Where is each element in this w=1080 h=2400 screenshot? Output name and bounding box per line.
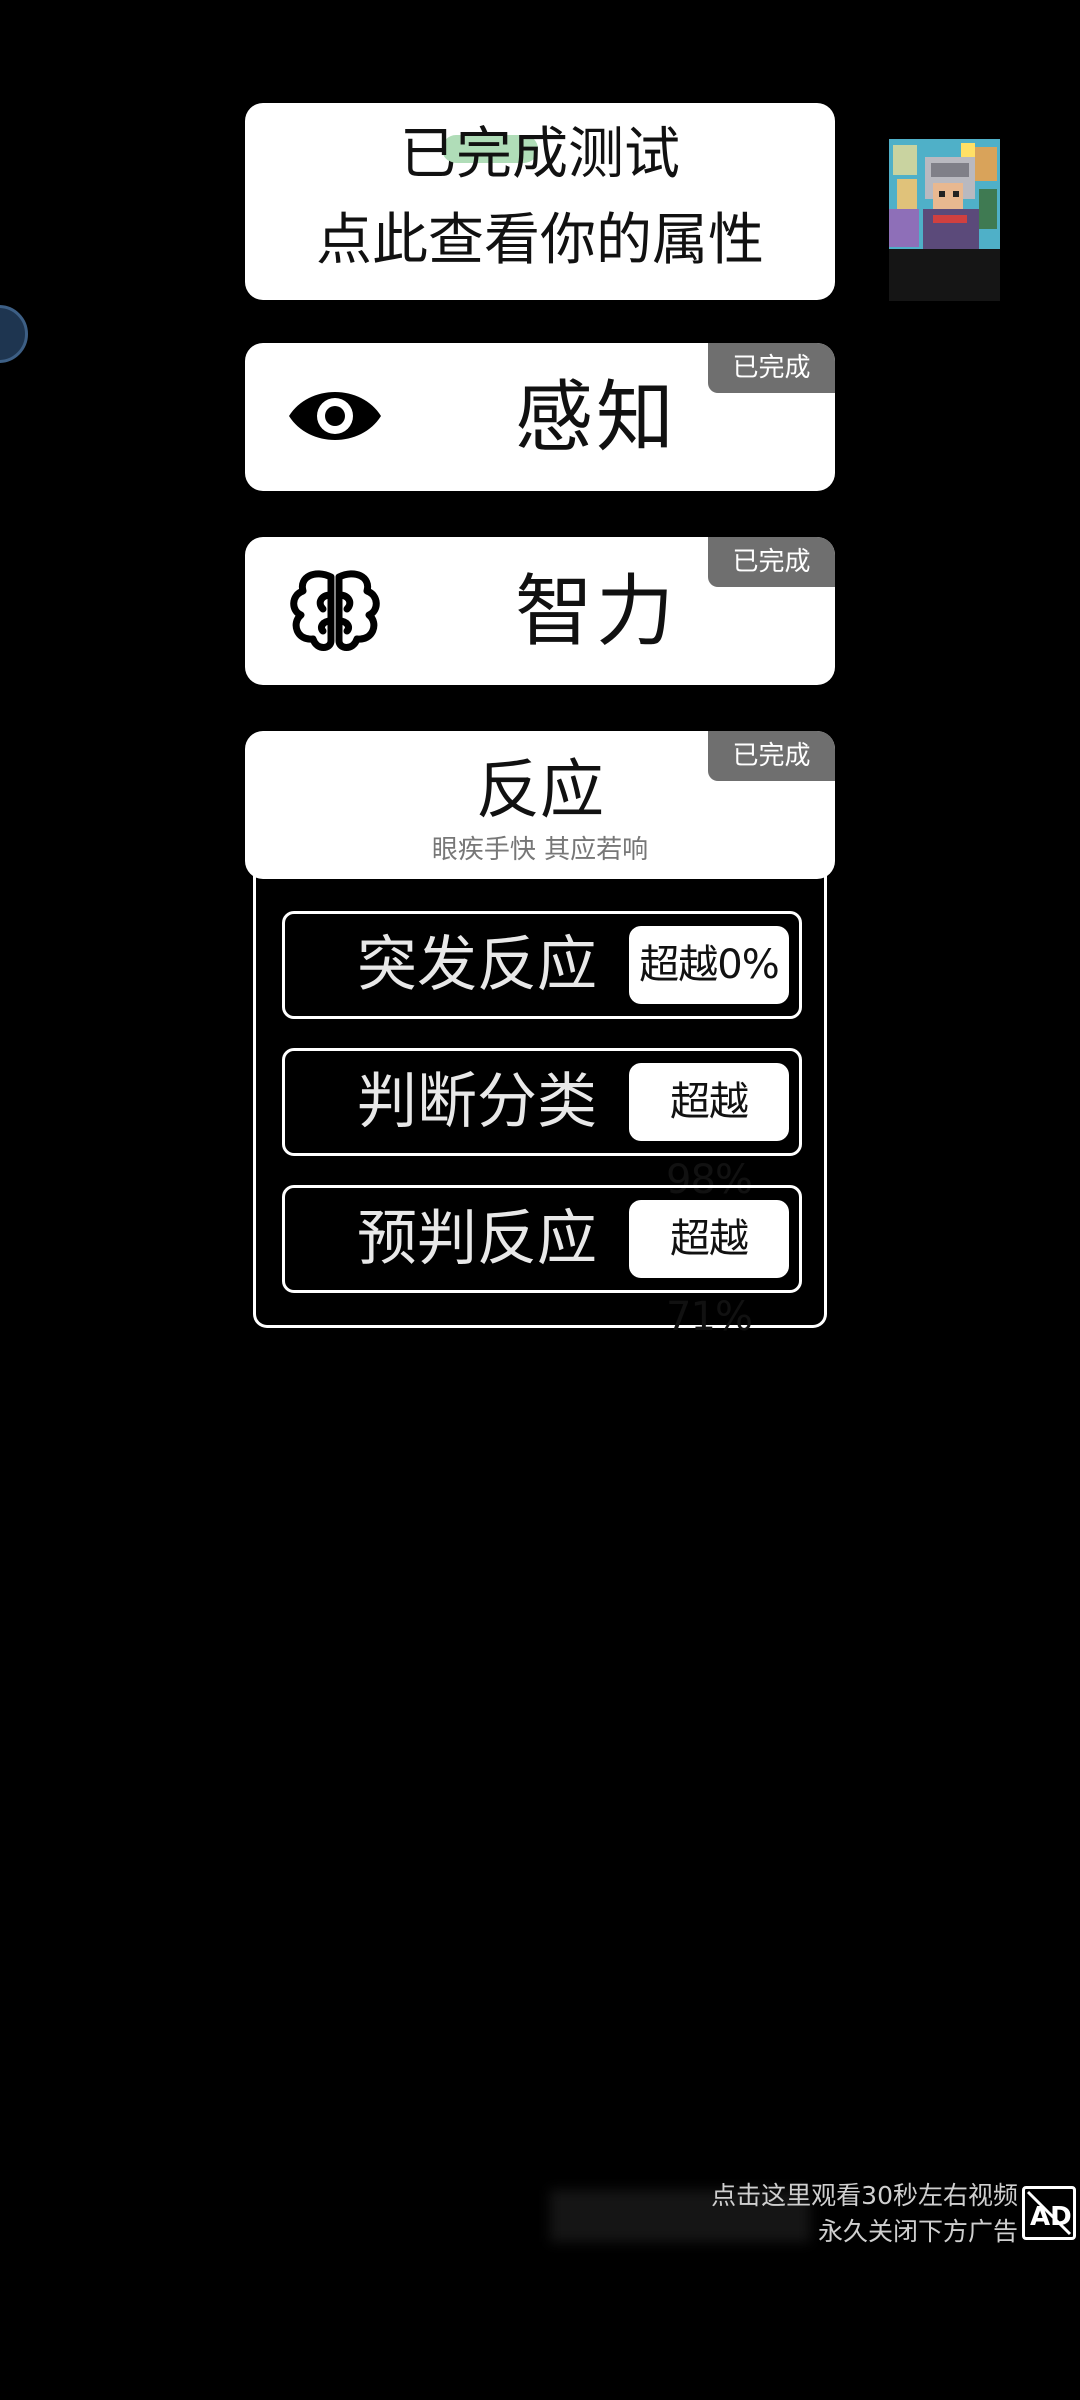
reaction-test-sudden[interactable]: 突发反应 超越0% xyxy=(282,911,802,1019)
no-ad-icon[interactable]: AD xyxy=(1022,2186,1076,2240)
attribute-card-reaction[interactable]: 已完成 反应 眼疾手快 其应若响 xyxy=(245,731,835,879)
reaction-test-classification[interactable]: 判断分类 超越98% xyxy=(282,1048,802,1203)
brain-icon xyxy=(285,565,385,655)
floating-assistive-button[interactable] xyxy=(0,305,28,363)
reaction-test-anticipation[interactable]: 预判反应 超越71% xyxy=(282,1185,802,1340)
test-label: 预判反应 xyxy=(357,1204,597,1274)
summary-title: 已完成测试 xyxy=(400,122,680,187)
attribute-card-intelligence[interactable]: 已完成 智力 xyxy=(245,537,835,685)
completed-badge: 已完成 xyxy=(708,343,835,393)
ad-notice-line1: 点击这里观看30秒左右视频 xyxy=(711,2181,1018,2210)
test-score-badge: 超越0% xyxy=(629,926,789,1004)
completed-badge: 已完成 xyxy=(708,537,835,587)
attribute-title: 反应 xyxy=(476,754,604,828)
test-score-badge: 超越98% xyxy=(629,1063,789,1203)
attribute-card-perception[interactable]: 已完成 感知 xyxy=(245,343,835,491)
test-label: 突发反应 xyxy=(357,930,597,1000)
ad-notice-line2: 永久关闭下方广告 xyxy=(817,2217,1018,2246)
view-attributes-card[interactable]: 已完成测试 点此查看你的属性 xyxy=(245,103,835,300)
summary-subtitle: 点此查看你的属性 xyxy=(316,208,764,273)
attribute-title: 感知 xyxy=(515,373,678,463)
attribute-title: 智力 xyxy=(515,567,678,657)
eye-icon xyxy=(285,371,385,461)
avatar[interactable] xyxy=(889,139,1000,301)
test-score-badge: 超越71% xyxy=(629,1200,789,1340)
test-label: 判断分类 xyxy=(357,1067,597,1137)
attribute-subtitle: 眼疾手快 其应若响 xyxy=(431,835,649,865)
reaction-tests-panel: 突发反应 超越0% 判断分类 超越98% 预判反应 超越71% xyxy=(253,875,827,1340)
remove-ads-link[interactable]: 点击这里观看30秒左右视频 永久关闭下方广告 xyxy=(598,2178,1018,2250)
